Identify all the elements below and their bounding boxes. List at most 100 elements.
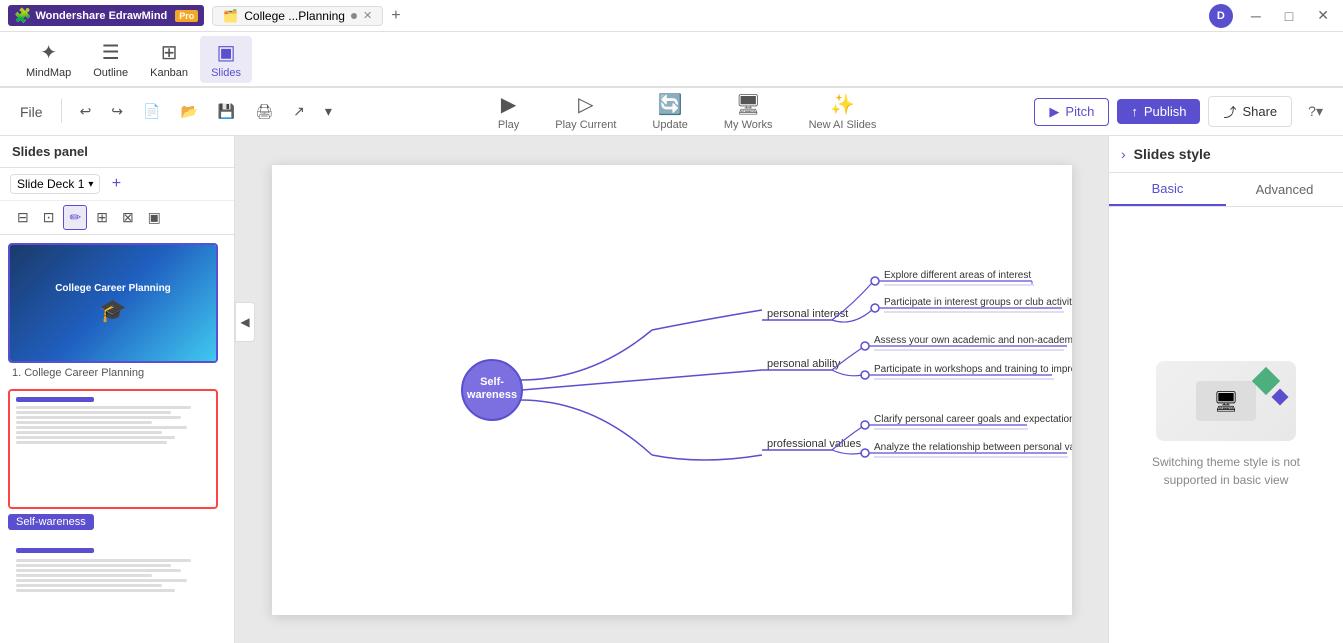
separator-1: [61, 99, 62, 123]
pitch-button[interactable]: ▶ Pitch: [1034, 98, 1109, 126]
basic-tab[interactable]: Basic: [1109, 173, 1226, 206]
add-tab-button[interactable]: +: [391, 7, 400, 25]
update-icon: 🔄: [658, 92, 683, 117]
center-actions: ▶ Play ▷ Play Current 🔄 Update 🖥 My Work…: [340, 88, 1035, 135]
new-ai-slides-button[interactable]: ✨ New AI Slides: [801, 88, 885, 135]
publish-label: Publish: [1144, 104, 1187, 119]
canvas-wrapper: Self- wareness personal interest: [272, 165, 1072, 615]
slides-label: Slides: [211, 67, 241, 79]
diamond-decoration-2: [1272, 389, 1289, 406]
pitch-label: Pitch: [1065, 104, 1094, 119]
tab-close-icon[interactable]: ✕: [363, 9, 372, 22]
my-works-label: My Works: [724, 119, 773, 131]
open-button[interactable]: 📂: [172, 99, 205, 124]
export-button[interactable]: ↗: [285, 99, 313, 124]
my-works-icon: 🖥: [736, 92, 761, 117]
svg-text:Analyze the relationship betwe: Analyze the relationship between persona…: [874, 442, 1072, 453]
mindmap-icon: ✦: [40, 40, 57, 65]
screen-decoration: 🖥: [1196, 381, 1256, 421]
slide-3-thumbnail[interactable]: Career Exploration: [8, 540, 226, 643]
slide-1-label: 1. College Career Planning: [8, 367, 226, 379]
right-actions: ▶ Pitch ↑ Publish ⤴ Share ?▾: [1034, 96, 1331, 127]
slide-2-preview: [8, 389, 218, 509]
svg-text:Self-: Self-: [480, 376, 504, 388]
minimize-button[interactable]: ─: [1245, 6, 1267, 26]
deck-selector[interactable]: Slide Deck 1 ▾: [10, 174, 100, 194]
panel-note: Switching theme style is not supported i…: [1125, 453, 1327, 489]
advanced-tab[interactable]: Advanced: [1226, 173, 1343, 206]
file-button[interactable]: File: [12, 99, 51, 124]
collapse-panel-button[interactable]: ◀: [235, 302, 255, 342]
edit-view-button[interactable]: ✏: [63, 205, 87, 230]
share-button[interactable]: ⤴ Share: [1208, 96, 1292, 127]
slide-1-thumbnail[interactable]: College Career Planning 🎓 1. College Car…: [8, 243, 226, 379]
slides-style-title: Slides style: [1134, 146, 1211, 162]
tab-icon: 🗂️: [223, 9, 238, 23]
slides-panel-title: Slides panel: [12, 144, 88, 159]
my-works-button[interactable]: 🖥 My Works: [716, 88, 781, 135]
outline-button[interactable]: ☰ Outline: [83, 36, 138, 83]
list-view-button[interactable]: ⊡: [38, 206, 60, 229]
kanban-icon: ⊞: [161, 40, 178, 65]
slides-panel: Slides panel Slide Deck 1 ▾ + ⊟ ⊡ ✏ ⊞ ⊠ …: [0, 136, 235, 643]
update-label: Update: [652, 119, 687, 131]
play-label: Play: [498, 119, 519, 131]
title-bar-right: D ─ □ ✕: [1209, 4, 1335, 28]
slide-2-name-tag: Self-wareness: [8, 514, 94, 530]
view-mode-group: ✦ MindMap ☰ Outline ⊞ Kanban ▣ Slides: [8, 36, 260, 83]
undo-button[interactable]: ↩: [72, 99, 100, 124]
play-icon: ▶: [501, 92, 516, 117]
slide-1-icon-preview: 🎓: [99, 298, 126, 324]
close-button[interactable]: ✕: [1311, 5, 1335, 26]
publish-button[interactable]: ↑ Publish: [1117, 99, 1200, 124]
pro-badge: Pro: [175, 10, 198, 22]
right-panel-header: › Slides style: [1109, 136, 1343, 173]
panel-collapse-button[interactable]: ›: [1121, 146, 1126, 162]
canvas-area: Self- wareness personal interest: [235, 136, 1108, 643]
share-label: Share: [1242, 104, 1277, 119]
add-slide-button[interactable]: +: [106, 174, 126, 194]
app-name: Wondershare EdrawMind: [35, 10, 167, 22]
outline-view-button[interactable]: ⊞: [91, 206, 113, 229]
share-icon: ⤴: [1223, 102, 1236, 121]
kanban-label: Kanban: [150, 67, 188, 79]
publish-icon: ↑: [1131, 104, 1138, 119]
more-button[interactable]: ▾: [317, 99, 340, 124]
user-avatar[interactable]: D: [1209, 4, 1233, 28]
kanban-button[interactable]: ⊞ Kanban: [140, 36, 198, 83]
update-button[interactable]: 🔄 Update: [644, 88, 695, 135]
slide-3-preview: [8, 540, 218, 643]
play-current-button[interactable]: ▷ Play Current: [547, 88, 624, 135]
active-tab[interactable]: 🗂️ College ...Planning ✕: [212, 6, 383, 26]
new-button[interactable]: 📄: [135, 99, 168, 124]
svg-text:Participate in interest groups: Participate in interest groups or club a…: [884, 297, 1072, 308]
tab-unsaved-dot: [351, 13, 357, 19]
grid-view-button[interactable]: ⊟: [12, 206, 34, 229]
outline-icon: ☰: [102, 40, 120, 65]
print-button[interactable]: 🖨: [247, 99, 281, 124]
action-bar: File ↩ ↪ 📄 📂 💾 🖨 ↗ ▾ ▶ Play ▷ Play Curre…: [0, 88, 1343, 136]
svg-text:Explore different areas of int: Explore different areas of interest: [884, 270, 1031, 281]
save-button[interactable]: 💾: [210, 99, 243, 124]
maximize-button[interactable]: □: [1279, 6, 1299, 26]
slides-icon: ▣: [217, 40, 236, 65]
flow-view-button[interactable]: ⊠: [117, 206, 139, 229]
help-button[interactable]: ?▾: [1300, 99, 1331, 124]
slide-canvas[interactable]: Self- wareness personal interest: [272, 165, 1072, 615]
svg-text:professional values: professional values: [767, 438, 862, 450]
slide-1-preview: College Career Planning 🎓: [8, 243, 218, 363]
present-view-button[interactable]: ▣: [143, 206, 166, 229]
slides-list: College Career Planning 🎓 1. College Car…: [0, 235, 234, 643]
app-logo: 🧩 Wondershare EdrawMind Pro: [8, 5, 204, 26]
mindmap-button[interactable]: ✦ MindMap: [16, 36, 81, 83]
slide-1-title-preview: College Career Planning: [55, 283, 171, 294]
redo-button[interactable]: ↪: [103, 99, 131, 124]
app-logo-icon: 🧩: [14, 7, 31, 24]
undo-redo-group: File ↩ ↪ 📄 📂 💾 🖨 ↗ ▾: [12, 99, 340, 124]
svg-text:personal interest: personal interest: [767, 308, 848, 320]
slide-2-thumbnail[interactable]: Self-wareness: [8, 389, 226, 530]
play-button[interactable]: ▶ Play: [490, 88, 527, 135]
pitch-icon: ▶: [1049, 104, 1059, 120]
play-current-icon: ▷: [578, 92, 593, 117]
slides-button[interactable]: ▣ Slides: [200, 36, 252, 83]
